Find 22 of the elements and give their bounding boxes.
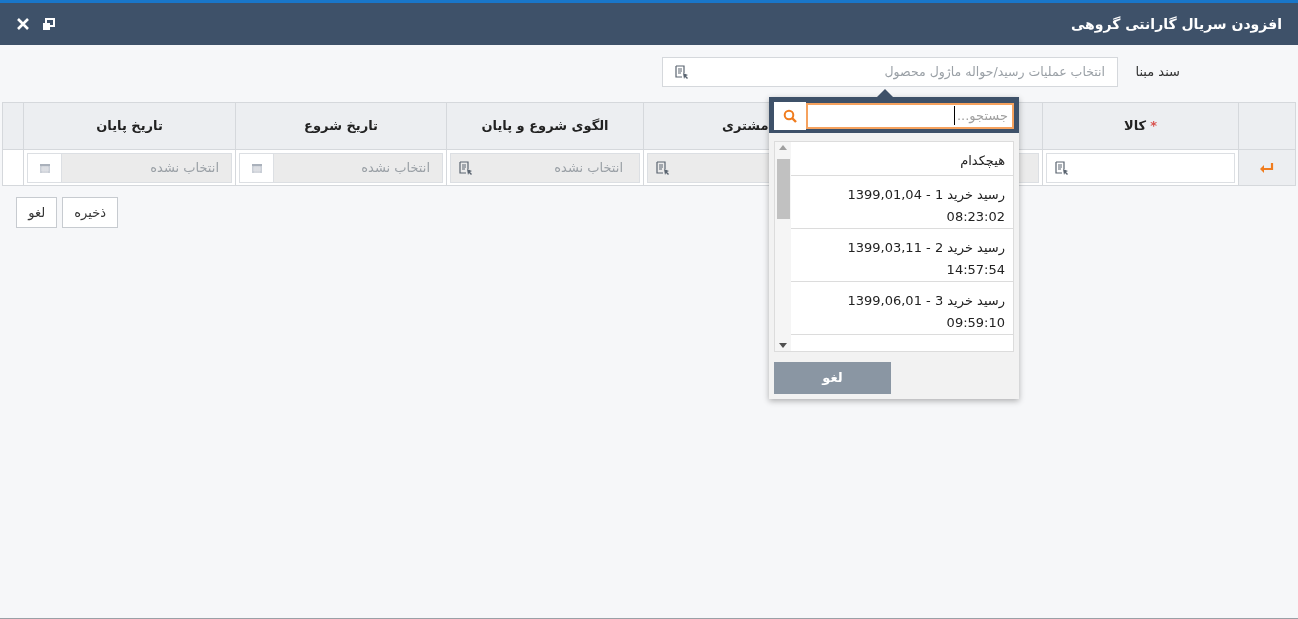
scroll-thumb[interactable] bbox=[776, 159, 790, 219]
action-button[interactable]: ذخیره bbox=[62, 197, 118, 228]
column-header: مشتری bbox=[722, 117, 769, 136]
placeholder-text: انتخاب نشده bbox=[553, 158, 624, 177]
column-header: کالا bbox=[1124, 117, 1147, 136]
lookup-icon[interactable] bbox=[1055, 160, 1069, 175]
field-label: سند مبنا bbox=[1134, 63, 1180, 82]
scroll-up-icon[interactable] bbox=[779, 145, 787, 150]
scroll-down-icon[interactable] bbox=[779, 343, 787, 348]
return-arrow-icon bbox=[1260, 162, 1274, 173]
window-title: افزودن سریال گارانتی گروهی bbox=[1070, 14, 1282, 35]
column-header: الگوی شروع و پایان bbox=[481, 117, 609, 136]
required-mark: * bbox=[1150, 117, 1157, 136]
column-header: تاریخ پایان bbox=[96, 117, 163, 136]
lookup-field[interactable] bbox=[1046, 152, 1235, 183]
scrollbar[interactable] bbox=[775, 142, 791, 351]
restore-icon[interactable] bbox=[42, 17, 55, 31]
search-icon[interactable] bbox=[783, 108, 797, 123]
action-button[interactable]: لغو bbox=[16, 197, 58, 228]
close-icon[interactable] bbox=[16, 17, 30, 31]
lookup-icon[interactable] bbox=[675, 65, 689, 79]
column-header: تاریخ شروع bbox=[304, 117, 378, 136]
